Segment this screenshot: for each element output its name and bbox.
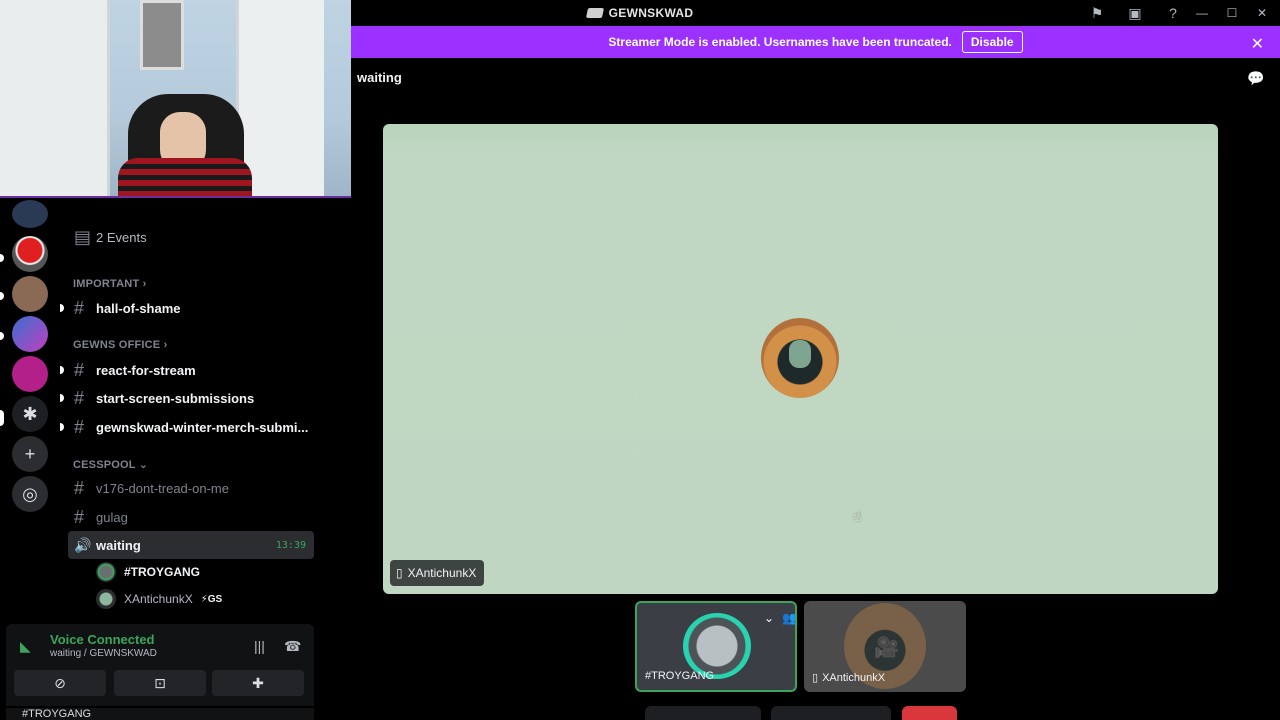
unread-indicator bbox=[60, 423, 64, 431]
voice-member[interactable]: XAntichunkX ⚡GS bbox=[96, 587, 222, 611]
members-icon[interactable]: 👥 bbox=[782, 611, 795, 625]
text-channel-icon: # bbox=[74, 506, 85, 527]
username[interactable]: #TROYGANG bbox=[22, 708, 91, 720]
text-channel-icon: # bbox=[74, 416, 85, 437]
voice-connected-label[interactable]: Voice Connected bbox=[50, 632, 155, 647]
tile-controls: ⌄ 👥 bbox=[764, 611, 795, 625]
server-brand: GEWNSKWAD bbox=[585, 6, 694, 20]
server-unread-pip bbox=[0, 254, 4, 262]
events-item[interactable]: ▤ 2 Events bbox=[68, 223, 314, 251]
close-icon[interactable]: ✕ bbox=[1256, 4, 1268, 22]
camera-control[interactable] bbox=[771, 706, 891, 720]
video-camera-icon: 🎥 bbox=[874, 637, 899, 659]
participant-tile[interactable]: ⌄ 👥 #TROYGANG bbox=[635, 601, 797, 692]
channel-sidebar: ▤ 2 Events IMPORTANT › # hall-of-shame G… bbox=[60, 198, 320, 622]
maximize-icon[interactable]: ☐ bbox=[1226, 4, 1238, 22]
server-unread-pip bbox=[0, 332, 4, 340]
channel-v176[interactable]: # v176-dont-tread-on-me bbox=[68, 474, 314, 502]
avatar bbox=[96, 562, 116, 582]
unread-indicator bbox=[60, 366, 64, 374]
mute-control[interactable] bbox=[645, 706, 761, 720]
leave-call-button[interactable] bbox=[902, 706, 957, 720]
discover-icon[interactable]: ◎ bbox=[12, 476, 48, 512]
server-icon[interactable] bbox=[12, 200, 48, 228]
share-screen-button[interactable]: ⊡ bbox=[114, 670, 206, 696]
webcam-shirt bbox=[118, 158, 252, 196]
voice-timer: 13:39 bbox=[275, 539, 306, 551]
signal-icon[interactable]: ◣ bbox=[20, 638, 31, 655]
bug-server-icon[interactable]: ✱ bbox=[12, 396, 48, 432]
server-unread-pip bbox=[0, 292, 4, 300]
category-cesspool[interactable]: CESSPOOL ⌄ bbox=[73, 458, 148, 471]
server-icon[interactable] bbox=[12, 236, 48, 272]
gewnskwad-server-icon[interactable] bbox=[12, 356, 48, 392]
activities-button[interactable]: ✚ bbox=[212, 670, 304, 696]
chevron-down-icon: ⌄ bbox=[138, 459, 149, 471]
flag-icon[interactable]: ⚑ bbox=[1088, 4, 1106, 22]
voice-channel-waiting[interactable]: 🔊 waiting 13:39 bbox=[68, 531, 314, 559]
mobile-icon: ▯ bbox=[812, 672, 819, 684]
minimize-icon[interactable]: — bbox=[1196, 4, 1208, 22]
unread-indicator bbox=[60, 394, 64, 402]
participant-tile[interactable]: 🎥 ▯ XAntichunkX bbox=[804, 601, 966, 692]
text-channel-icon: # bbox=[74, 387, 85, 408]
chat-icon[interactable]: 💬 bbox=[1247, 70, 1265, 86]
discord-app: GEWNSKWAD ⚑ ▣ ? — ☐ ✕ Streamer Mode is e… bbox=[0, 0, 1280, 720]
server-logo-icon bbox=[585, 8, 604, 18]
mobile-icon: ▯ bbox=[396, 566, 403, 580]
title-bar-icons: ⚑ ▣ ? bbox=[1088, 4, 1182, 22]
member-badge: ⚡GS bbox=[200, 593, 223, 605]
help-icon[interactable]: ? bbox=[1164, 4, 1182, 22]
hand-cursor-icon: ☝ bbox=[853, 508, 862, 524]
chevron-right-icon: › bbox=[142, 278, 147, 290]
channel-react-for-stream[interactable]: # react-for-stream bbox=[60, 356, 314, 384]
tile-caption: ▯ XAntichunkX bbox=[812, 671, 886, 685]
server-icon[interactable] bbox=[12, 316, 48, 352]
category-gewns-office[interactable]: GEWNS OFFICE › bbox=[73, 339, 168, 351]
banner-close-icon[interactable]: ✕ bbox=[1251, 34, 1264, 54]
channel-winter-merch[interactable]: # gewnskwad-winter-merch-submi... bbox=[60, 413, 314, 441]
channel-hall-of-shame[interactable]: # hall-of-shame bbox=[60, 294, 314, 322]
avatar-frog bbox=[789, 340, 811, 368]
channel-header-title: waiting bbox=[357, 70, 402, 85]
stage-name-tag: ▯ XAntichunkX bbox=[390, 560, 485, 586]
user-bar: #TROYGANG bbox=[6, 708, 314, 720]
server-selected-pip bbox=[0, 410, 4, 426]
toggle-camera-button[interactable]: ⊘ bbox=[14, 670, 106, 696]
webcam-door-left bbox=[0, 0, 110, 196]
webcam-overlay bbox=[0, 0, 351, 198]
voice-status-panel: ◣ Voice Connected waiting / GEWNSKWAD ||… bbox=[6, 624, 314, 706]
video-stage[interactable]: ▯ XAntichunkX bbox=[383, 124, 1218, 594]
text-channel-icon: # bbox=[74, 359, 85, 380]
noise-suppression-icon[interactable]: ||| bbox=[254, 638, 265, 654]
unread-indicator bbox=[60, 304, 64, 312]
streamer-mode-banner: Streamer Mode is enabled. Usernames have… bbox=[351, 26, 1280, 58]
channel-gulag[interactable]: # gulag bbox=[68, 503, 314, 531]
speaker-avatar bbox=[761, 318, 839, 398]
inbox-icon[interactable]: ▣ bbox=[1126, 4, 1144, 22]
channel-start-screen-submissions[interactable]: # start-screen-submissions bbox=[60, 384, 314, 412]
chevron-down-icon[interactable]: ⌄ bbox=[764, 611, 774, 625]
banner-message: Streamer Mode is enabled. Usernames have… bbox=[608, 35, 952, 49]
webcam-poster bbox=[140, 0, 184, 70]
window-title: GEWNSKWAD bbox=[608, 6, 694, 20]
voice-location: waiting / GEWNSKWAD bbox=[50, 648, 157, 659]
speaker-icon: 🔊 bbox=[74, 536, 92, 553]
calendar-icon: ▤ bbox=[74, 226, 92, 247]
voice-member[interactable]: #TROYGANG bbox=[96, 560, 200, 584]
window-controls: — ☐ ✕ bbox=[1196, 4, 1268, 22]
disable-streamer-mode-button[interactable]: Disable bbox=[961, 31, 1023, 53]
text-channel-icon: # bbox=[74, 477, 85, 498]
chevron-right-icon: › bbox=[163, 339, 168, 351]
avatar bbox=[96, 589, 116, 609]
tile-caption: #TROYGANG bbox=[645, 670, 715, 682]
server-icon[interactable] bbox=[12, 276, 48, 312]
disconnect-icon[interactable]: ☎ bbox=[284, 638, 301, 655]
add-server-icon[interactable]: + bbox=[12, 436, 48, 472]
category-important[interactable]: IMPORTANT › bbox=[73, 278, 147, 290]
text-channel-icon: # bbox=[74, 297, 85, 318]
